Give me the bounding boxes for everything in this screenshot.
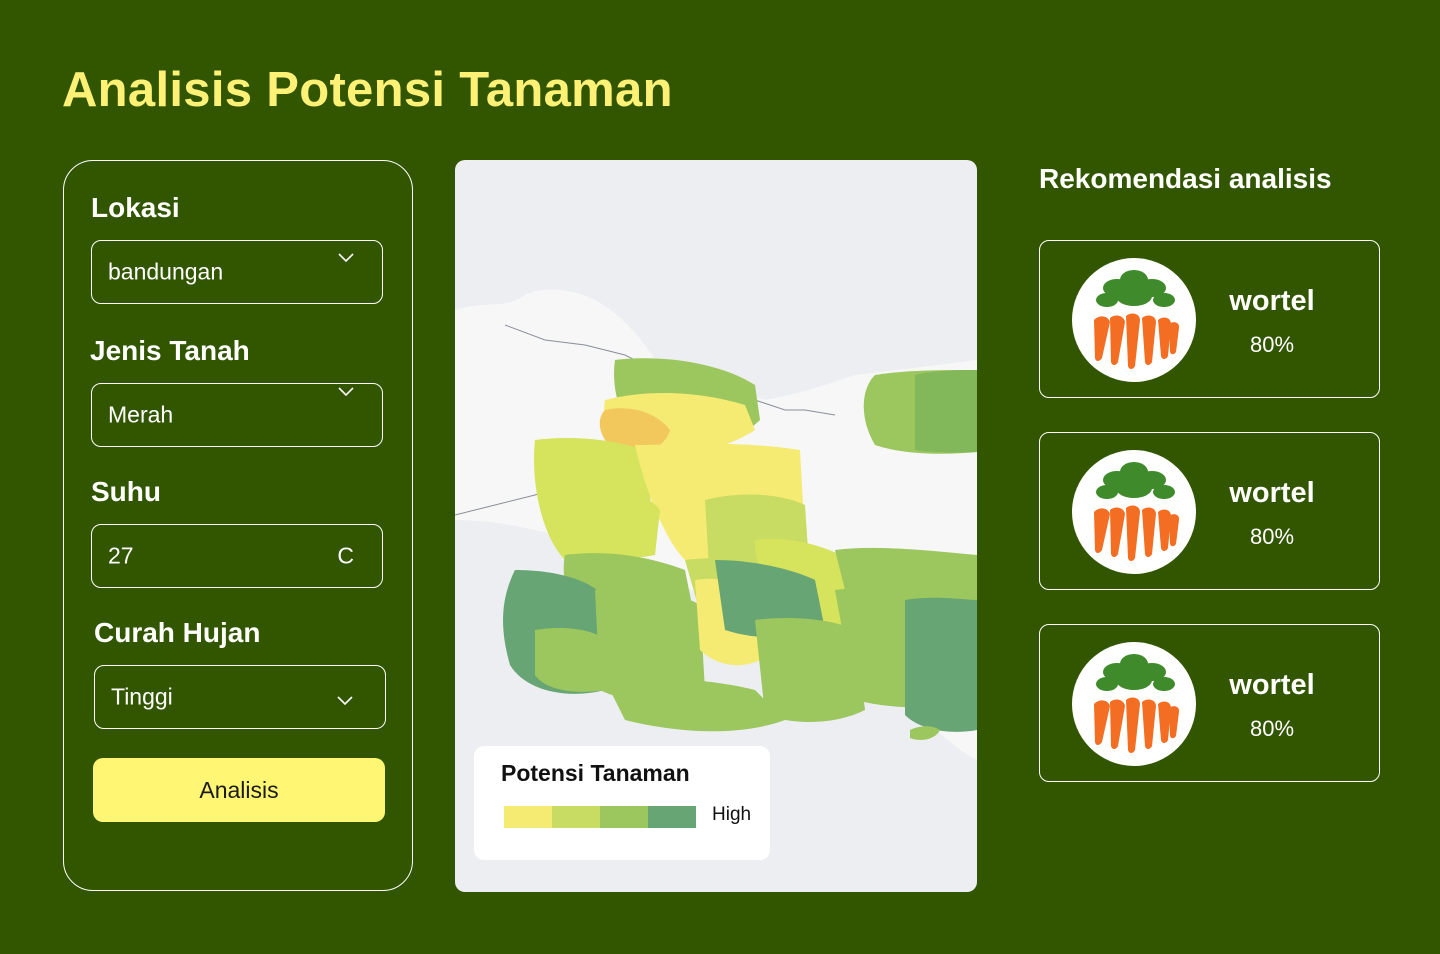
chevron-down-icon <box>337 696 353 706</box>
recommendation-crop-name: wortel <box>1229 285 1315 317</box>
legend-swatch-1 <box>504 806 552 828</box>
legend-swatch-3 <box>600 806 648 828</box>
legend-color-scale <box>504 806 696 828</box>
location-select[interactable]: bandungan <box>91 240 383 304</box>
analysis-form-panel: Lokasi bandungan Jenis Tanah Merah Suhu … <box>63 160 413 891</box>
recommendation-card[interactable]: wortel 80% <box>1039 240 1380 398</box>
temperature-label: Suhu <box>91 476 161 507</box>
recommendation-card[interactable]: wortel 80% <box>1039 432 1380 590</box>
rainfall-select[interactable]: Tinggi <box>94 665 386 729</box>
analyze-button[interactable]: Analisis <box>93 758 385 822</box>
carrot-image <box>1072 642 1196 766</box>
recommendation-card[interactable]: wortel 80% <box>1039 624 1380 782</box>
recommendations-title: Rekomendasi analisis <box>1039 163 1332 194</box>
legend-high-label: High <box>712 804 752 825</box>
soil-type-select[interactable]: Merah <box>91 383 383 447</box>
page-title: Analisis Potensi Tanaman <box>62 63 673 117</box>
recommendation-percent: 80% <box>1249 332 1295 357</box>
location-value: bandungan <box>108 258 224 285</box>
chevron-down-icon <box>338 253 354 263</box>
carrot-image <box>1072 450 1196 574</box>
recommendation-crop-name: wortel <box>1229 477 1315 509</box>
recommendation-crop-name: wortel <box>1229 669 1315 701</box>
recommendation-percent: 80% <box>1249 524 1295 549</box>
recommendation-percent: 80% <box>1249 716 1295 741</box>
legend-swatch-4 <box>648 806 696 828</box>
temperature-value: 27 <box>108 542 134 569</box>
legend-swatch-2 <box>552 806 600 828</box>
crop-potential-map[interactable]: Potensi Tanaman High <box>455 160 977 892</box>
legend-title: Potensi Tanaman <box>501 760 690 786</box>
map-legend: Potensi Tanaman High <box>474 746 770 860</box>
carrot-image <box>1072 258 1196 382</box>
rainfall-label: Curah Hujan <box>94 617 261 648</box>
temperature-unit: C <box>337 542 354 569</box>
location-label: Lokasi <box>91 192 180 223</box>
rainfall-value: Tinggi <box>111 683 173 710</box>
soil-type-value: Merah <box>108 401 174 428</box>
soil-type-label: Jenis Tanah <box>90 335 250 366</box>
chevron-down-icon <box>338 387 354 397</box>
temperature-input[interactable]: 27 C <box>91 524 383 588</box>
